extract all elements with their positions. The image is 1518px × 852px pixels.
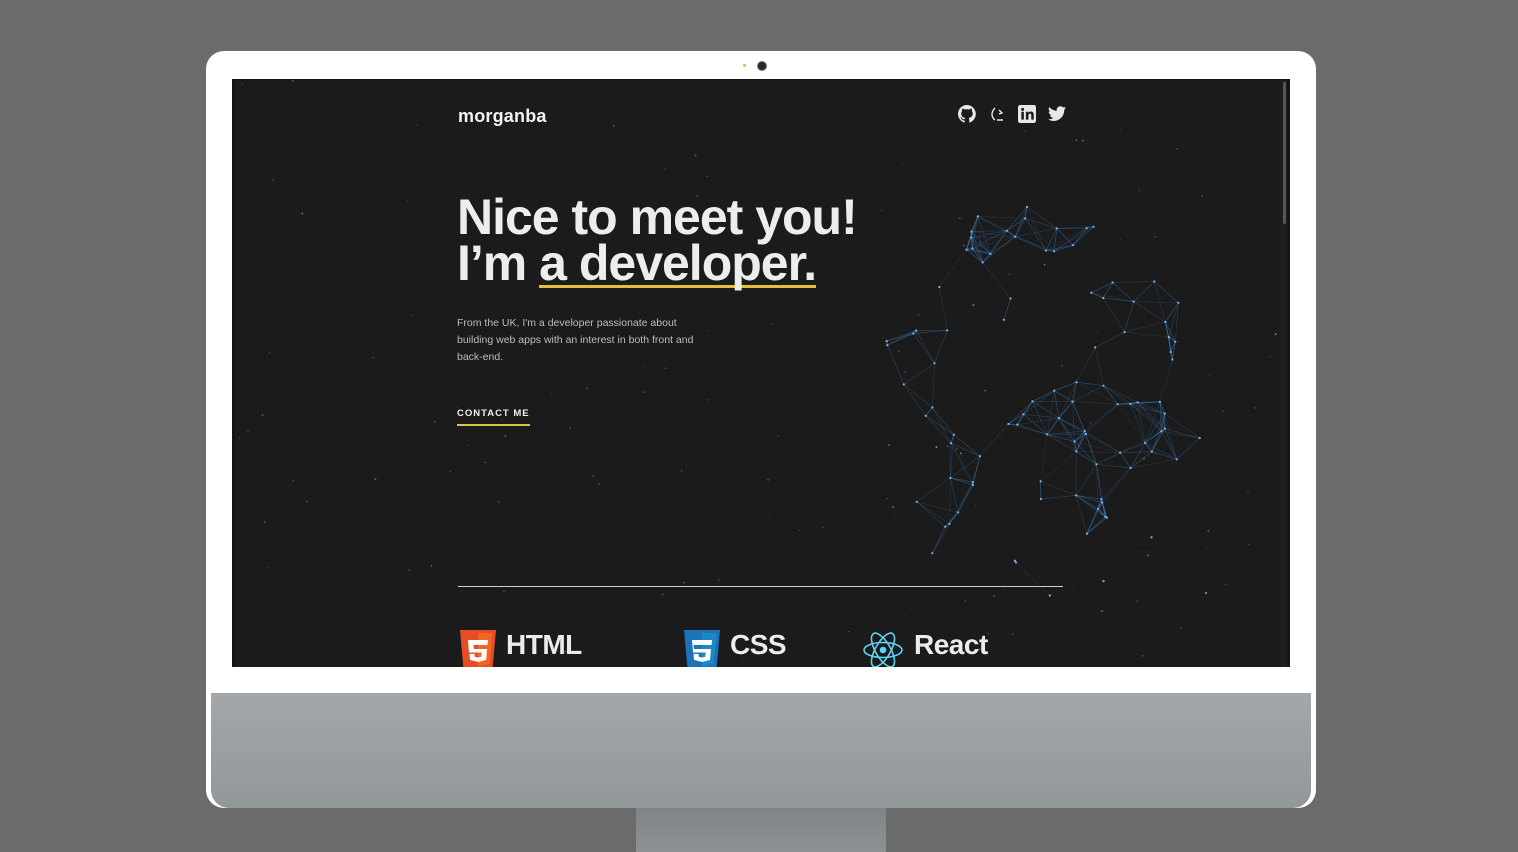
- site-logo[interactable]: morganba: [458, 106, 547, 127]
- screen: morganba Nice to meet you! I’m a develop…: [232, 79, 1290, 667]
- skill-name: HTML: [506, 629, 582, 660]
- particle-network-background: [238, 80, 1277, 658]
- web-page: morganba Nice to meet you! I’m a develop…: [238, 80, 1287, 667]
- scrollbar[interactable]: [1281, 80, 1287, 667]
- scrollbar-thumb[interactable]: [1283, 82, 1286, 224]
- hero-title: Nice to meet you! I’m a developer.: [457, 192, 858, 291]
- css3-icon: [684, 630, 720, 667]
- dev-icon[interactable]: [988, 105, 1006, 123]
- html5-icon: [460, 630, 496, 667]
- imac-monitor: morganba Nice to meet you! I’m a develop…: [206, 51, 1316, 808]
- camera-led: [743, 64, 746, 67]
- skill-css: CSS: [684, 629, 787, 667]
- hero-title-line2-prefix: I’m: [457, 235, 540, 291]
- skill-name: React: [914, 629, 988, 660]
- hero-title-highlight: a developer.: [539, 235, 817, 291]
- github-icon[interactable]: [958, 105, 976, 123]
- linkedin-icon[interactable]: [1018, 105, 1036, 123]
- skill-react: React: [862, 630, 988, 667]
- skill-name: CSS: [730, 629, 787, 660]
- skill-html: HTML: [460, 630, 582, 667]
- react-icon: [862, 630, 904, 667]
- hero-description: From the UK, I'm a developer passionate …: [457, 317, 694, 363]
- monitor-chin: [211, 693, 1311, 808]
- contact-me-link[interactable]: CONTACT ME: [457, 408, 530, 426]
- social-links: [958, 105, 1066, 123]
- section-divider: [458, 586, 1063, 587]
- camera: [757, 61, 767, 71]
- twitter-icon[interactable]: [1048, 105, 1066, 123]
- monitor-stand: [636, 806, 886, 852]
